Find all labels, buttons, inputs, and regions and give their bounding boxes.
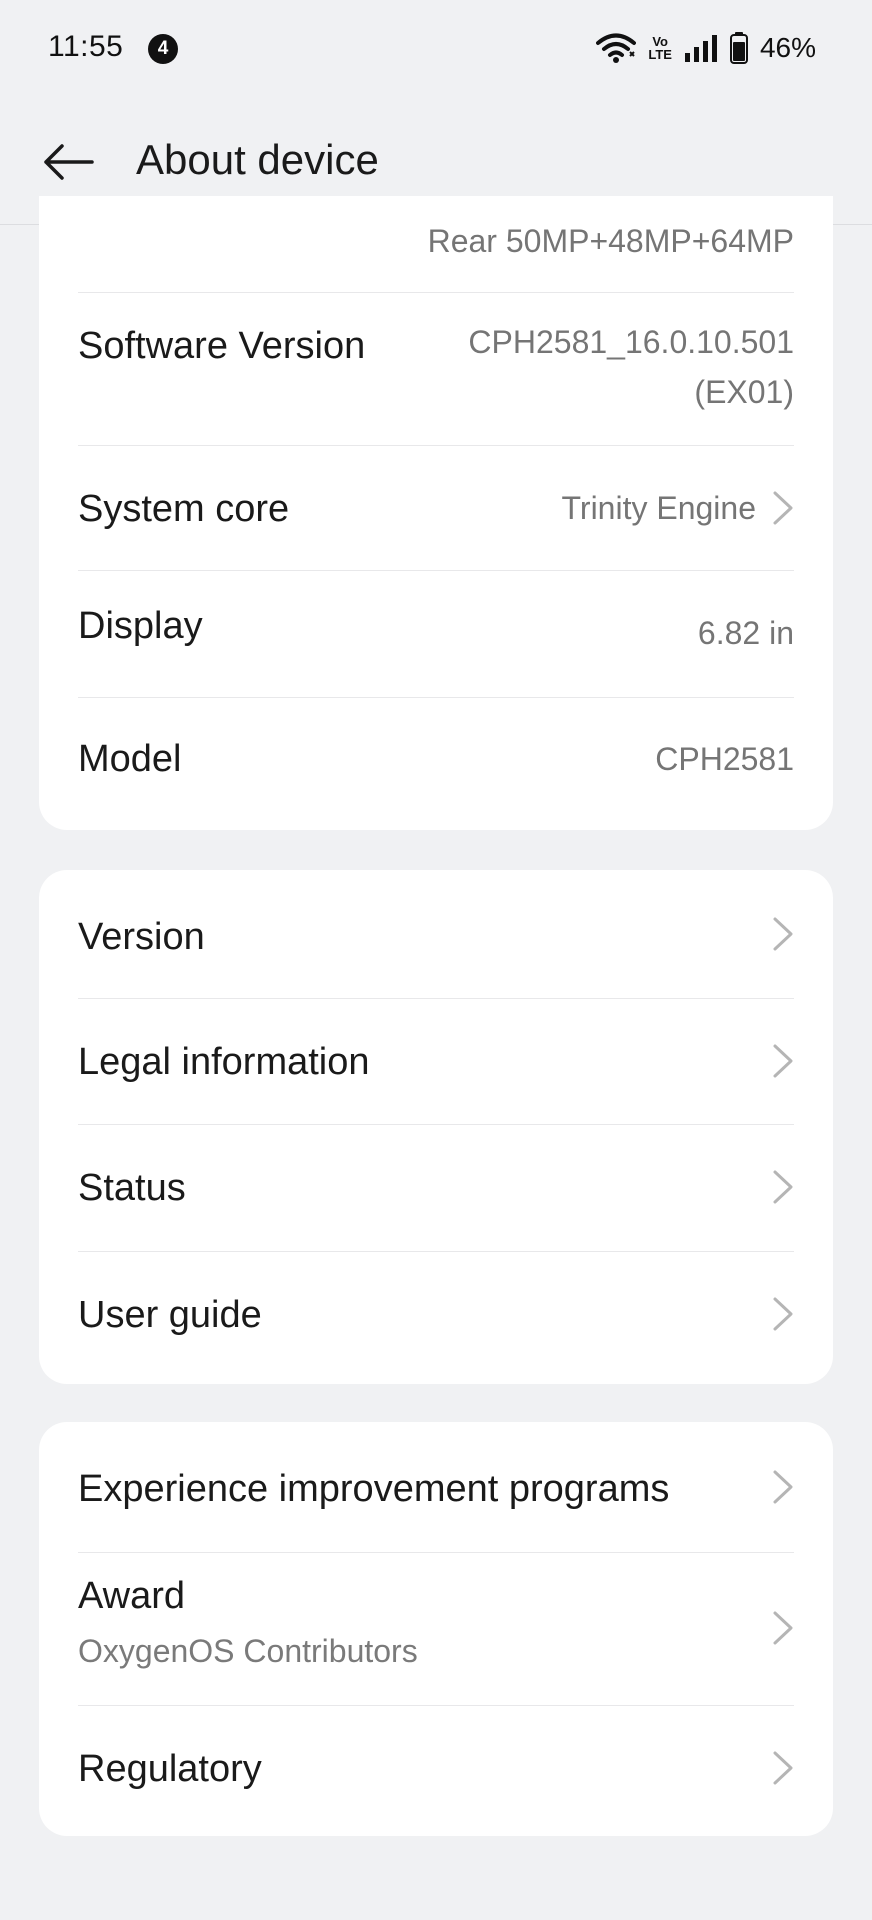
system-core-label: System core (78, 488, 290, 530)
volte-bottom-text: LTE (648, 47, 672, 62)
wifi-icon (596, 33, 637, 63)
legal-information-label: Legal information (78, 1041, 370, 1083)
battery-percent: 46% (759, 32, 816, 63)
model-row: Model CPH2581 (78, 698, 794, 830)
arrow-left-icon (44, 144, 94, 180)
volte-icon: Vo LTE (648, 35, 672, 61)
status-icons: Vo LTE 46% (596, 30, 816, 66)
display-label: Display (78, 605, 203, 647)
battery-icon (729, 32, 748, 64)
version-row[interactable]: Version (78, 870, 794, 998)
software-version-row[interactable]: Software Version CPH2581_16.0.10.501 (EX… (78, 293, 794, 445)
camera-value: Rear 50MP+48MP+64MP (427, 223, 794, 259)
software-version-line2: (EX01) (694, 374, 794, 410)
page-title: About device (136, 136, 379, 183)
experience-improvement-label: Experience improvement programs (78, 1468, 670, 1510)
regulatory-row[interactable]: Regulatory (78, 1706, 794, 1836)
status-row[interactable]: Status (78, 1125, 794, 1251)
status-label: Status (78, 1167, 186, 1209)
chevron-right-icon (773, 1751, 793, 1785)
status-bar: 11:55 4 Vo LTE 46% (0, 0, 872, 100)
award-row[interactable]: Award OxygenOS Contributors (78, 1553, 794, 1705)
award-label: Award (78, 1575, 186, 1617)
chevron-right-icon (773, 917, 793, 951)
experience-improvement-row[interactable]: Experience improvement programs (78, 1422, 794, 1552)
notification-count-badge: 4 (148, 34, 178, 64)
back-button[interactable] (36, 130, 100, 194)
software-version-label: Software Version (78, 325, 366, 367)
chevron-right-icon (773, 1297, 793, 1331)
chevron-right-icon (773, 1044, 793, 1078)
version-label: Version (78, 916, 205, 958)
software-version-line1: CPH2581_16.0.10.501 (468, 324, 794, 360)
regulatory-label: Regulatory (78, 1748, 262, 1790)
legal-information-row[interactable]: Legal information (78, 999, 794, 1124)
system-core-row[interactable]: System core Trinity Engine (78, 446, 794, 570)
chevron-right-icon (773, 1470, 793, 1504)
model-label: Model (78, 738, 182, 780)
display-value: 6.82 in (697, 615, 794, 651)
display-row: Display 6.82 in (78, 571, 794, 697)
programs-card: Experience improvement programs Award Ox… (39, 1422, 833, 1836)
model-value: CPH2581 (655, 741, 794, 777)
user-guide-label: User guide (78, 1294, 262, 1336)
award-sublabel: OxygenOS Contributors (78, 1633, 418, 1669)
system-core-value: Trinity Engine (561, 490, 756, 526)
chevron-right-icon (773, 1611, 793, 1645)
camera-row: Rear 50MP+48MP+64MP (78, 216, 794, 262)
clock: 11:55 (48, 30, 124, 63)
device-links-card: Version Legal information Status User gu… (39, 870, 833, 1384)
chevron-right-icon (773, 491, 793, 525)
software-version-value: CPH2581_16.0.10.501 (EX01) (468, 317, 794, 417)
cellular-signal-icon (684, 35, 717, 62)
chevron-right-icon (773, 1170, 793, 1204)
user-guide-row[interactable]: User guide (78, 1252, 794, 1384)
device-info-card: Rear 50MP+48MP+64MP Software Version CPH… (39, 196, 833, 830)
